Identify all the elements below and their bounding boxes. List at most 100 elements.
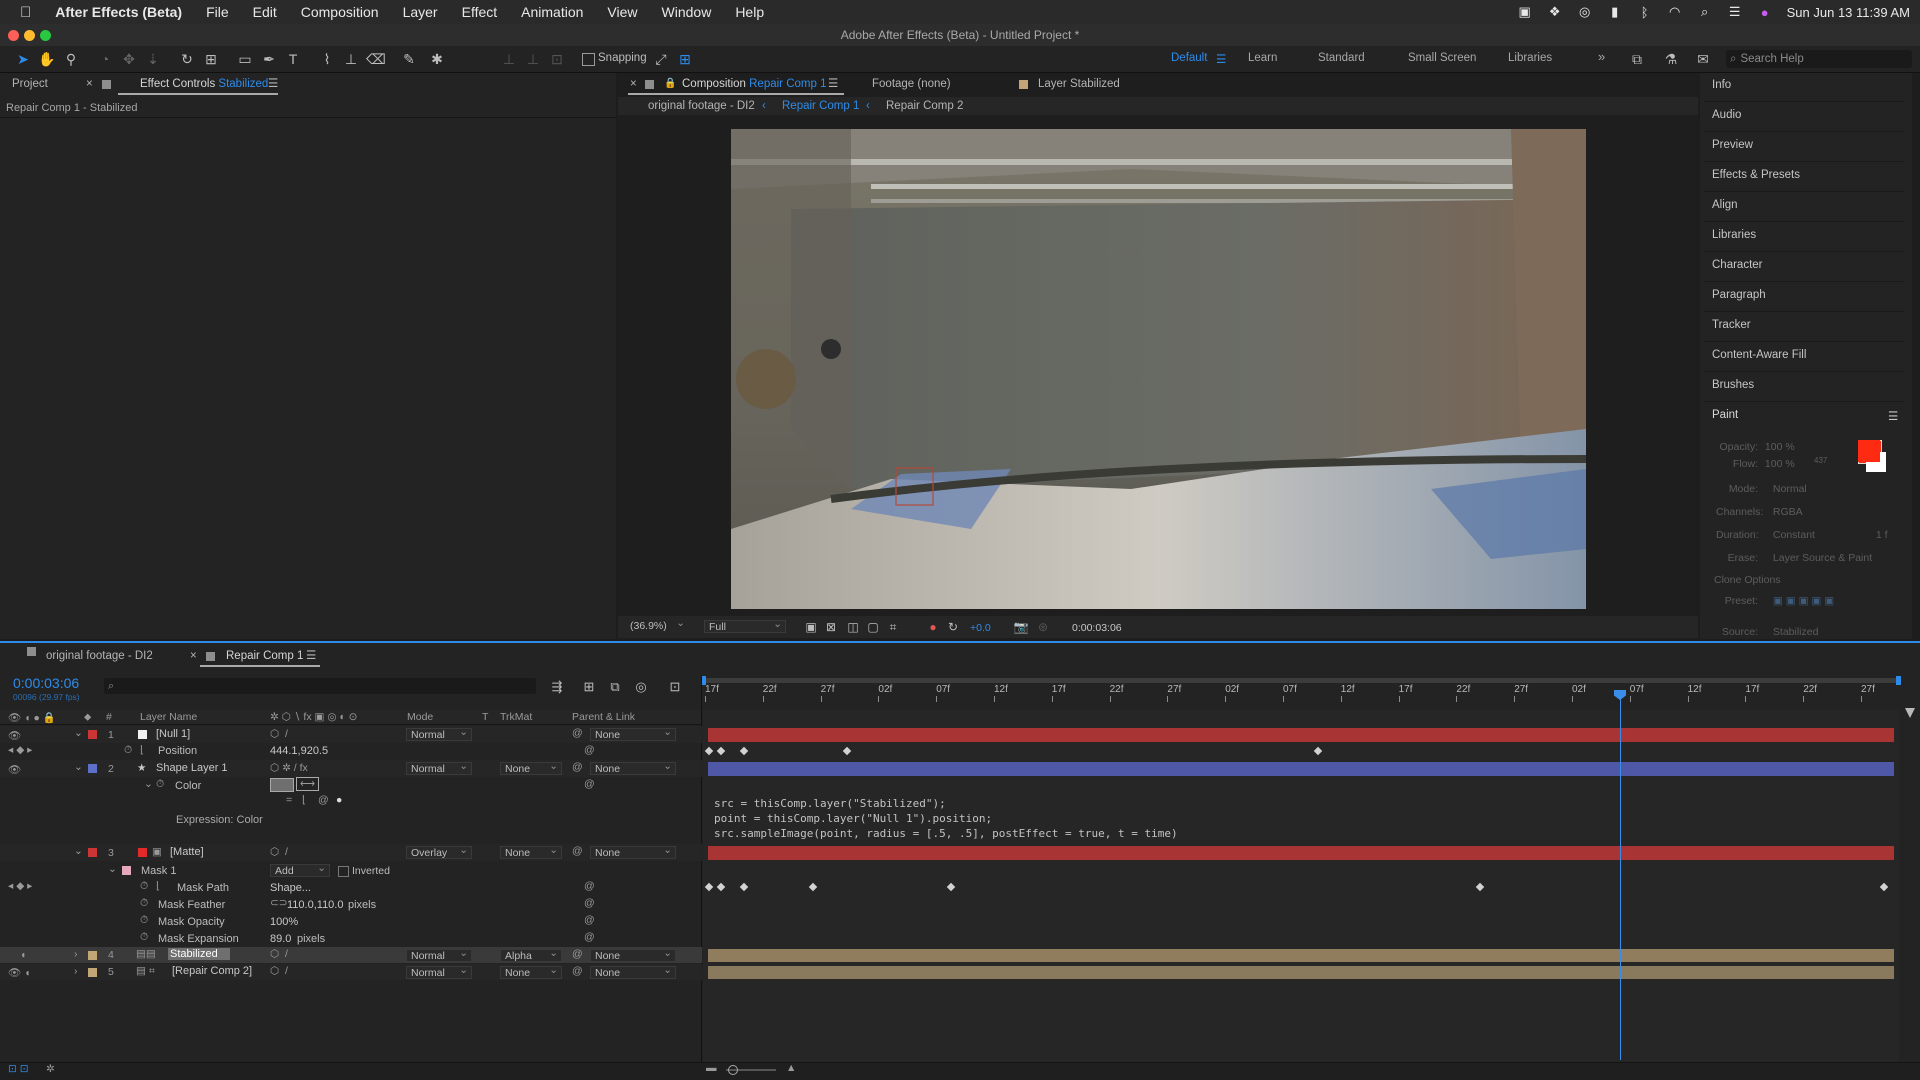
stopwatch-icon[interactable]: ⏱ bbox=[140, 931, 148, 944]
timeline-search-input[interactable]: ⌕ bbox=[104, 678, 536, 694]
panel-tracker[interactable]: Tracker bbox=[1712, 319, 1751, 331]
expression-language-menu-icon[interactable]: ● bbox=[336, 794, 342, 806]
exposure-value[interactable]: +0.0 bbox=[970, 622, 991, 634]
axis-view-icon[interactable]: ⊡ bbox=[548, 50, 566, 68]
minimize-window-button[interactable] bbox=[24, 30, 35, 41]
spotlight-icon[interactable]: ⌕ bbox=[1697, 4, 1713, 19]
snapping-checkbox[interactable] bbox=[582, 53, 595, 66]
control-center-icon[interactable]: ☰ bbox=[1727, 4, 1743, 19]
expand-layer-icon[interactable]: › bbox=[74, 948, 78, 960]
paint-opacity-value[interactable]: 100 % bbox=[1765, 441, 1795, 453]
rotate-tool-icon[interactable]: ↻ bbox=[178, 50, 196, 68]
color-property-swatch[interactable] bbox=[270, 778, 294, 792]
inverted-checkbox[interactable] bbox=[338, 866, 349, 877]
visibility-eye-icon[interactable]: 👁 bbox=[8, 729, 21, 742]
expand-layer-icon[interactable]: ⌄ bbox=[74, 727, 83, 739]
trkmat-dropdown[interactable]: Alpha bbox=[500, 947, 562, 962]
axis-local-icon[interactable]: ⊥ bbox=[500, 50, 518, 68]
expand-layer-icon[interactable]: ⌄ bbox=[74, 761, 83, 773]
puppet-tool-icon[interactable]: ✱ bbox=[428, 50, 446, 68]
search-help-input[interactable]: ⌕ Search Help bbox=[1726, 50, 1912, 68]
timeline-current-time[interactable]: 0:00:03:06 bbox=[13, 675, 79, 691]
panel-character[interactable]: Character bbox=[1712, 259, 1763, 271]
expression-line[interactable]: src = thisComp.layer("Stabilized"); bbox=[714, 797, 946, 810]
comp-panel-menu-icon[interactable]: ☰ bbox=[828, 73, 838, 95]
trkmat-dropdown[interactable]: None bbox=[500, 844, 562, 859]
resolution-dropdown[interactable]: Full bbox=[704, 618, 786, 633]
panel-libraries[interactable]: Libraries bbox=[1712, 229, 1756, 241]
menu-file[interactable]: File bbox=[194, 4, 241, 20]
parent-dropdown[interactable]: None bbox=[590, 964, 676, 979]
expression-pickwhip-icon[interactable]: @ bbox=[318, 794, 329, 806]
selection-tool-icon[interactable]: ➤ bbox=[14, 50, 32, 68]
pickwhip-icon[interactable]: @ bbox=[572, 965, 583, 977]
expand-layer-icon[interactable]: › bbox=[74, 965, 78, 977]
position-value[interactable]: 444.1,920.5 bbox=[270, 745, 328, 757]
panel-info[interactable]: Info bbox=[1712, 79, 1731, 91]
graph-icon[interactable]: ⌊ bbox=[156, 880, 160, 892]
clone-stamp-tool-icon[interactable]: ⊥ bbox=[342, 50, 360, 68]
brush-tool-icon[interactable]: ⌇ bbox=[318, 50, 336, 68]
feedback-icon[interactable]: ✉ bbox=[1694, 50, 1712, 68]
pickwhip-icon[interactable]: @ bbox=[584, 897, 595, 909]
menu-layer[interactable]: Layer bbox=[391, 4, 450, 20]
layer-switches[interactable]: ⬡ / bbox=[270, 948, 288, 960]
workspace-learn[interactable]: Learn bbox=[1248, 52, 1277, 64]
clone-preset-icon[interactable]: ▣ ▣ ▣ ▣ ▣ bbox=[1773, 595, 1834, 607]
workspace-default[interactable]: Default bbox=[1171, 52, 1207, 64]
viewer-timecode[interactable]: 0:00:03:06 bbox=[1072, 622, 1122, 634]
graph-icon[interactable]: ⌊ bbox=[140, 744, 144, 756]
constrain-link-icon[interactable]: ⊂⊃ bbox=[270, 897, 288, 909]
visibility-eye-icon[interactable]: 👁 bbox=[8, 763, 21, 776]
workspace-standard[interactable]: Standard bbox=[1318, 52, 1365, 64]
draft-3d-icon[interactable]: ⊞ bbox=[580, 678, 598, 696]
playhead-line[interactable] bbox=[1620, 692, 1621, 1060]
dropbox-icon[interactable]: ❖ bbox=[1547, 4, 1563, 19]
clone-options-label[interactable]: Clone Options bbox=[1714, 574, 1781, 586]
menu-window[interactable]: Window bbox=[650, 4, 724, 20]
layer-label-color[interactable] bbox=[88, 968, 97, 977]
apple-icon[interactable]:  bbox=[0, 4, 43, 21]
trkmat-dropdown[interactable]: None bbox=[500, 964, 562, 979]
pickwhip-icon[interactable]: @ bbox=[584, 880, 595, 892]
layer-bar-matte[interactable] bbox=[708, 846, 1894, 860]
eraser-tool-icon[interactable]: ⌫ bbox=[366, 50, 386, 68]
mask-feather-value[interactable]: 110.0,110.0 bbox=[287, 899, 343, 911]
axis-world-icon[interactable]: ⊥ bbox=[524, 50, 542, 68]
layer-mode-dropdown[interactable]: Normal bbox=[406, 947, 472, 962]
keyframe-nav-icon[interactable]: ◂ ◆ ▸ bbox=[8, 744, 32, 756]
mask-expansion-value[interactable]: 89.0 bbox=[270, 933, 291, 945]
tab-footage[interactable]: Footage (none) bbox=[872, 73, 951, 95]
pickwhip-icon[interactable]: @ bbox=[584, 744, 595, 756]
timeline-tab-original-footage[interactable]: original footage - DI2 bbox=[46, 647, 153, 665]
menu-animation[interactable]: Animation bbox=[509, 4, 595, 20]
shy-layers-icon[interactable]: ⧉ bbox=[606, 678, 624, 696]
parent-dropdown[interactable]: None bbox=[590, 844, 676, 859]
stopwatch-icon[interactable]: ⏱ bbox=[140, 897, 148, 910]
pickwhip-icon[interactable]: @ bbox=[584, 931, 595, 943]
paint-mode-value[interactable]: Normal bbox=[1773, 483, 1807, 495]
zoom-tool-icon[interactable]: ⚲ bbox=[62, 50, 80, 68]
stopwatch-icon[interactable]: ⏱ bbox=[124, 744, 132, 757]
menubar-clock[interactable]: Sun Jun 13 11:39 AM bbox=[1787, 5, 1910, 20]
mask-path-value[interactable]: Shape... bbox=[270, 882, 311, 894]
rectangle-tool-icon[interactable]: ▭ bbox=[236, 50, 254, 68]
paint-duration-frames[interactable]: 1 f bbox=[1876, 529, 1888, 541]
fast-previews-icon[interactable]: ▣ bbox=[802, 618, 820, 636]
breadcrumb-repair-comp-1[interactable]: Repair Comp 1 bbox=[782, 95, 859, 117]
battery-icon[interactable]: ▮ bbox=[1607, 4, 1623, 19]
screen-icon[interactable]: ▣ bbox=[1517, 4, 1533, 19]
layer-name-column-header[interactable]: Layer Name bbox=[140, 711, 197, 723]
lock-icon[interactable]: 🔒 bbox=[664, 73, 676, 95]
close-tab-icon[interactable]: × bbox=[86, 73, 93, 95]
paint-erase-value[interactable]: Layer Source & Paint bbox=[1773, 552, 1872, 564]
layer-bar-repair-comp-2[interactable] bbox=[708, 966, 1894, 979]
snap-options-icon[interactable]: ⤢ bbox=[652, 50, 670, 68]
tab-layer[interactable]: Layer Stabilized bbox=[1038, 73, 1120, 95]
time-zoom-slider-thumb[interactable] bbox=[728, 1065, 738, 1075]
panel-content-aware-fill[interactable]: Content-Aware Fill bbox=[1712, 349, 1806, 361]
stopwatch-icon[interactable]: ⏱ bbox=[156, 778, 164, 791]
timeline-panel-menu-icon[interactable]: ☰ bbox=[306, 647, 316, 665]
stopwatch-icon[interactable]: ⏱ bbox=[140, 880, 148, 893]
pickwhip-icon[interactable]: @ bbox=[572, 845, 583, 857]
